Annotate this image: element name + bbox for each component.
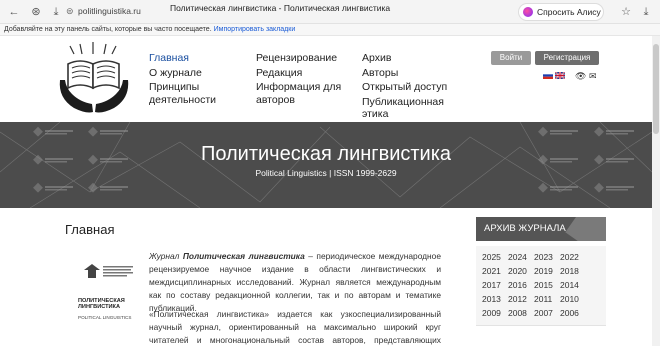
main-menu-col1: Главная О журнале Принципы деятельности xyxy=(149,52,216,108)
archive-year-link[interactable]: 2008 xyxy=(508,308,527,318)
yandex-id-icon[interactable]: ⊛ xyxy=(28,4,44,20)
description-paragraph: «Политическая лингвистика» издается как … xyxy=(149,309,441,345)
menu-review[interactable]: Рецензирование xyxy=(256,52,341,65)
page-title: Главная xyxy=(65,222,115,237)
mail-icon[interactable]: ✉ xyxy=(589,71,597,81)
main-menu-col3: Архив Авторы Открытый доступ Публикацион… xyxy=(362,52,447,123)
ask-alice-button[interactable]: Спросить Алису AI xyxy=(518,3,604,33)
archive-year-link[interactable]: 2016 xyxy=(508,280,527,290)
archive-year-link[interactable]: 2015 xyxy=(534,280,553,290)
archive-year-link[interactable]: 2006 xyxy=(560,308,579,318)
menu-about[interactable]: О журнале xyxy=(149,67,216,80)
menu-home[interactable]: Главная xyxy=(149,52,216,65)
archive-year-link[interactable]: 2010 xyxy=(560,294,579,304)
archive-year-link[interactable]: 2014 xyxy=(560,280,579,290)
scrollbar-thumb[interactable] xyxy=(653,44,659,134)
intro-prefix: Журнал xyxy=(149,251,183,261)
archive-year-link[interactable]: 2025 xyxy=(482,252,501,262)
visually-impaired-eye-icon[interactable]: 👁 xyxy=(575,71,586,81)
import-bookmarks-link[interactable]: Импортировать закладки xyxy=(214,26,296,33)
site-logo[interactable] xyxy=(56,42,132,116)
alice-icon xyxy=(523,7,533,17)
menu-ethics[interactable]: Публикационная xyxy=(362,96,447,109)
journal-name: Политическая лингвистика xyxy=(182,251,305,261)
russian-flag-icon[interactable] xyxy=(543,72,553,79)
register-button[interactable]: Регистрация xyxy=(535,51,599,65)
journal-logo-subtitle: POLITICAL LINGUISTICS xyxy=(78,315,132,320)
journal-logo: ПОЛИТИЧЕСКАЯ ЛИНГВИСТИКА POLITICAL LINGU… xyxy=(78,262,136,322)
archive-year-link[interactable]: 2011 xyxy=(534,294,552,304)
archive-year-link[interactable]: 2020 xyxy=(508,266,527,276)
back-icon[interactable]: ← xyxy=(6,4,22,20)
menu-author-info-line2[interactable]: авторов xyxy=(256,94,341,107)
language-switcher: 👁 ✉ xyxy=(543,71,601,81)
bookmarks-hint: Добавляйте на эту панель сайты, которые … xyxy=(4,26,212,33)
tab-title: Политическая лингвистика - Политическая … xyxy=(170,3,391,13)
archive-years: 2025 2024 2023 2022 2021 2020 2019 2018 … xyxy=(476,246,606,326)
bookmark-icon[interactable]: ☆ xyxy=(618,4,634,20)
url-text: politlinguistika.ru xyxy=(78,6,141,16)
archive-header-decoration xyxy=(565,217,606,241)
hero-banner: Политическая лингвистика Political Lingu… xyxy=(0,122,652,208)
archive-year-link[interactable]: 2019 xyxy=(534,266,553,276)
menu-authors[interactable]: Авторы xyxy=(362,67,447,80)
archive-year-link[interactable]: 2017 xyxy=(482,280,501,290)
login-button[interactable]: Войти xyxy=(491,51,531,65)
archive-year-link[interactable]: 2022 xyxy=(560,252,579,262)
archive-year-link[interactable]: 2024 xyxy=(508,252,527,262)
banner-title: Политическая лингвистика xyxy=(200,143,452,165)
menu-principles[interactable]: Принципы xyxy=(149,81,216,94)
menu-principles-line2[interactable]: деятельности xyxy=(149,94,216,107)
archive-year-link[interactable]: 2012 xyxy=(508,294,527,304)
site-info-icon[interactable]: ⊜ xyxy=(66,6,74,17)
menu-editorial[interactable]: Редакция xyxy=(256,67,341,80)
university-emblem-icon xyxy=(84,264,133,278)
archive-year-link[interactable]: 2009 xyxy=(482,308,501,318)
archive-header: АРХИВ ЖУРНАЛА xyxy=(476,217,606,241)
archive-year-link[interactable]: 2018 xyxy=(560,266,579,276)
archive-title: АРХИВ ЖУРНАЛА xyxy=(484,223,566,234)
archive-year-link[interactable]: 2007 xyxy=(534,308,553,318)
download-manager-icon[interactable]: ⤓ xyxy=(638,4,654,20)
intro-paragraph: Журнал Политическая лингвистика – период… xyxy=(149,250,441,315)
banner-subtitle: Political Linguistics | ISSN 1999-2629 xyxy=(255,168,397,178)
menu-ethics-line2[interactable]: этика xyxy=(362,108,447,121)
archive-year-link[interactable]: 2023 xyxy=(534,252,553,262)
archive-year-link[interactable]: 2013 xyxy=(482,294,501,304)
archive-year-link[interactable]: 2021 xyxy=(482,266,501,276)
menu-archive[interactable]: Архив xyxy=(362,52,447,65)
english-flag-icon[interactable] xyxy=(555,72,565,79)
menu-open-access[interactable]: Открытый доступ xyxy=(362,81,447,94)
download-icon[interactable]: ⤓ xyxy=(48,4,64,20)
menu-author-info[interactable]: Информация для xyxy=(256,81,341,94)
bookmarks-bar: Добавляйте на эту панель сайты, которые … xyxy=(0,24,660,36)
page-scrollbar[interactable] xyxy=(652,36,660,346)
browser-toolbar: ← ⊛ ⤓ ⊜ politlinguistika.ru Политическая… xyxy=(0,0,660,33)
journal-logo-title: ПОЛИТИЧЕСКАЯ ЛИНГВИСТИКА xyxy=(78,298,125,310)
main-menu-col2: Рецензирование Редакция Информация для а… xyxy=(256,52,341,108)
